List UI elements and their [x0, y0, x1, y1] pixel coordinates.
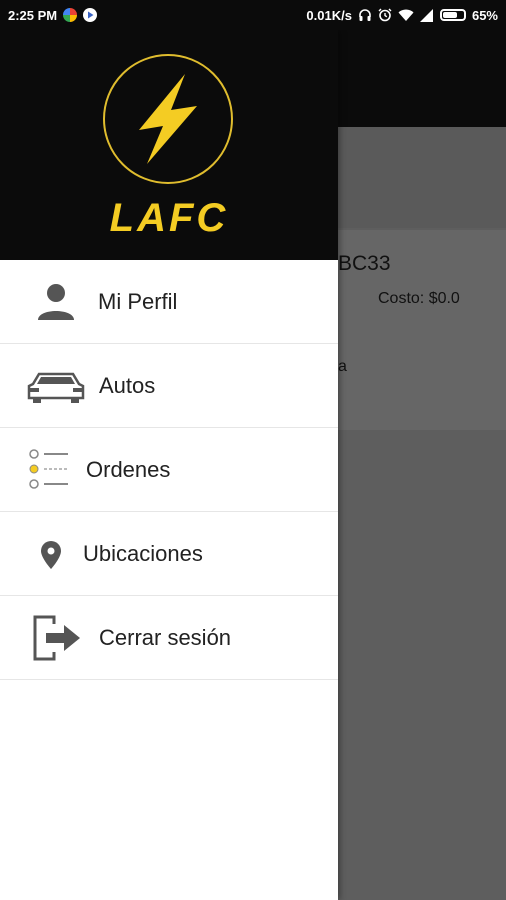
- status-bar: 2:25 PM 0.01K/s 65%: [0, 0, 506, 30]
- photos-app-icon: [63, 8, 78, 22]
- signal-icon: [419, 8, 433, 22]
- menu-label-ordenes: Ordenes: [86, 456, 171, 482]
- orders-list-icon: [29, 449, 68, 489]
- play-store-app-icon: [83, 8, 98, 22]
- navigation-drawer: LAFC Mi Perfil Autos Ordenes Ubicaciones…: [0, 30, 338, 900]
- menu-label-mi-perfil: Mi Perfil: [98, 288, 178, 314]
- lightning-logo-icon: [103, 54, 233, 184]
- background-order-card: BC33 Costo: $0.0 a: [338, 230, 506, 430]
- network-speed: 0.01K/s: [306, 7, 352, 23]
- menu-item-mi-perfil[interactable]: Mi Perfil: [0, 260, 338, 344]
- menu-label-ubicaciones: Ubicaciones: [83, 540, 203, 566]
- wifi-icon: [398, 9, 414, 21]
- logout-icon: [33, 615, 80, 661]
- menu-item-ubicaciones[interactable]: Ubicaciones: [0, 512, 338, 596]
- menu-label-autos: Autos: [99, 372, 156, 398]
- person-icon: [38, 284, 74, 320]
- headphones-icon: [359, 9, 371, 21]
- drawer-header: LAFC: [0, 30, 338, 260]
- battery-icon: [439, 9, 466, 21]
- logo-text: LAFC: [109, 196, 229, 240]
- location-pin-icon: [41, 541, 61, 569]
- menu-item-autos[interactable]: Autos: [0, 344, 338, 428]
- car-icon: [27, 372, 85, 403]
- alarm-icon: [378, 8, 392, 22]
- status-time: 2:25 PM: [8, 7, 58, 23]
- menu-item-ordenes[interactable]: Ordenes: [0, 428, 338, 512]
- background-text-fragment: a: [338, 358, 347, 375]
- background-cost: Costo: $0.0: [378, 290, 460, 307]
- background-code: BC33: [338, 252, 391, 275]
- menu-label-cerrar-sesion: Cerrar sesión: [99, 624, 232, 650]
- battery-percent: 65%: [471, 7, 498, 23]
- menu-item-cerrar-sesion[interactable]: Cerrar sesión: [0, 596, 338, 680]
